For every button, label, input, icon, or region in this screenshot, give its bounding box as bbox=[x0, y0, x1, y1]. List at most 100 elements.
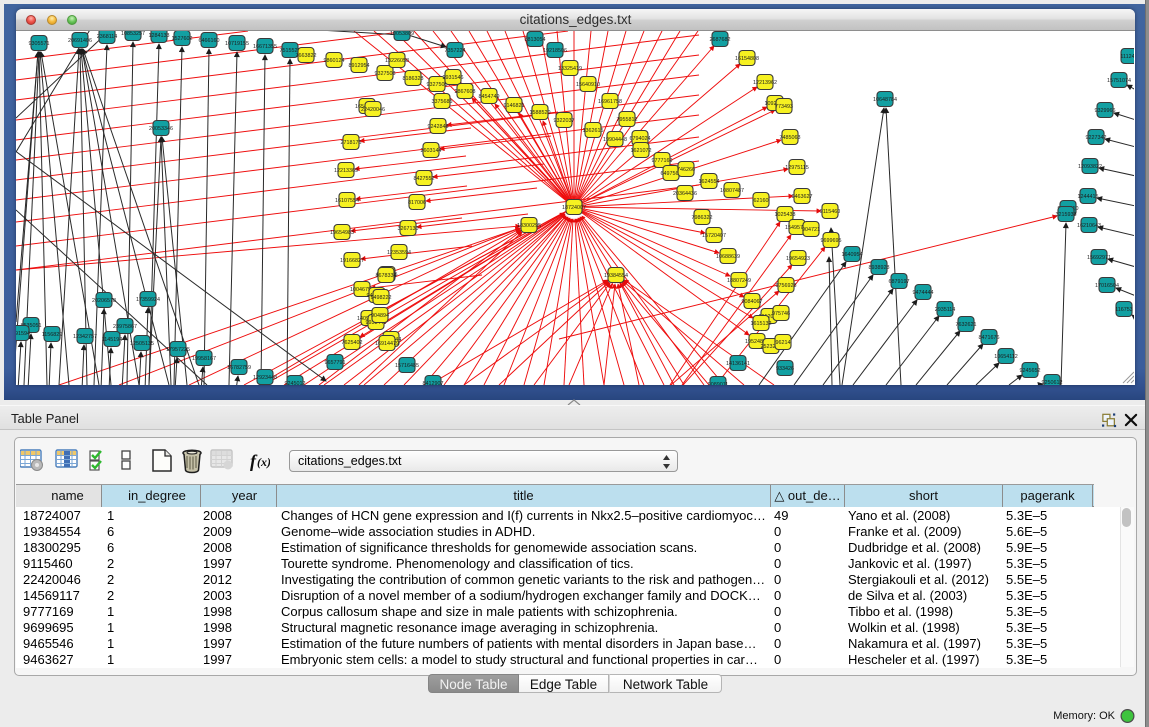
svg-text:(x): (x) bbox=[257, 455, 270, 469]
svg-text:9084067: 9084067 bbox=[742, 299, 763, 305]
svg-text:13226058: 13226058 bbox=[385, 58, 409, 64]
svg-text:10654112: 10654112 bbox=[994, 354, 1018, 360]
svg-text:12975115: 12975115 bbox=[785, 165, 809, 171]
svg-text:15716485: 15716485 bbox=[395, 363, 419, 369]
svg-text:9498222: 9498222 bbox=[371, 295, 392, 301]
svg-text:1145194: 1145194 bbox=[102, 337, 123, 343]
svg-text:9242848: 9242848 bbox=[428, 124, 449, 130]
svg-text:8938928: 8938928 bbox=[869, 265, 890, 271]
svg-text:8678334: 8678334 bbox=[376, 273, 397, 279]
svg-text:10807487: 10807487 bbox=[720, 188, 744, 194]
svg-text:1244415: 1244415 bbox=[1078, 194, 1099, 200]
svg-text:116753: 116753 bbox=[1115, 307, 1133, 313]
svg-text:10053809: 10053809 bbox=[390, 31, 414, 37]
svg-text:904894: 904894 bbox=[371, 313, 389, 319]
svg-text:8427552: 8427552 bbox=[414, 176, 435, 182]
svg-text:12353594: 12353594 bbox=[387, 250, 411, 256]
svg-text:9463627: 9463627 bbox=[792, 194, 813, 200]
svg-text:2935114: 2935114 bbox=[935, 307, 956, 313]
svg-text:7955812: 7955812 bbox=[617, 117, 638, 123]
svg-text:8454749: 8454749 bbox=[479, 94, 500, 100]
svg-text:19384554: 19384554 bbox=[604, 273, 628, 279]
svg-text:3375685: 3375685 bbox=[432, 99, 453, 105]
svg-text:19218506: 19218506 bbox=[543, 48, 567, 54]
svg-text:9657791: 9657791 bbox=[325, 360, 346, 366]
svg-text:12213369: 12213369 bbox=[334, 168, 358, 174]
svg-text:9089011: 9089011 bbox=[708, 382, 729, 385]
svg-text:20364436: 20364436 bbox=[673, 191, 697, 197]
svg-text:9327508: 9327508 bbox=[427, 82, 448, 88]
svg-text:1615132: 1615132 bbox=[751, 321, 772, 327]
svg-text:1527602: 1527602 bbox=[172, 36, 193, 42]
svg-text:20206578: 20206578 bbox=[92, 298, 116, 304]
svg-text:8912954: 8912954 bbox=[349, 63, 370, 69]
svg-text:9146821: 9146821 bbox=[504, 103, 525, 109]
svg-text:9474444: 9474444 bbox=[913, 290, 934, 296]
svg-text:1624554: 1624554 bbox=[699, 179, 720, 185]
svg-text:8186328: 8186328 bbox=[403, 76, 424, 82]
svg-text:9115460: 9115460 bbox=[820, 209, 841, 215]
svg-text:12923448: 12923448 bbox=[253, 375, 277, 381]
svg-text:10853257: 10853257 bbox=[121, 31, 145, 37]
svg-text:23975867: 23975867 bbox=[113, 324, 137, 330]
svg-text:16671355: 16671355 bbox=[253, 44, 277, 50]
svg-text:9860124: 9860124 bbox=[324, 58, 345, 64]
svg-text:7357224: 7357224 bbox=[445, 48, 466, 54]
svg-text:10719155: 10719155 bbox=[225, 41, 249, 47]
svg-text:817006: 817006 bbox=[408, 200, 426, 206]
svg-text:19654983: 19654983 bbox=[330, 230, 354, 236]
svg-text:2368114: 2368114 bbox=[97, 34, 118, 40]
svg-text:9777169: 9777169 bbox=[652, 158, 673, 164]
svg-text:7663822: 7663822 bbox=[296, 53, 317, 59]
svg-text:15692971: 15692971 bbox=[1087, 255, 1111, 261]
svg-text:16961758: 16961758 bbox=[598, 99, 622, 105]
svg-text:17957225: 17957225 bbox=[166, 347, 190, 353]
svg-text:12213962: 12213962 bbox=[753, 80, 777, 86]
svg-text:16154808: 16154808 bbox=[735, 56, 759, 62]
svg-text:22420046: 22420046 bbox=[361, 107, 385, 113]
svg-text:3215933: 3215933 bbox=[1056, 212, 1077, 218]
svg-text:17016504: 17016504 bbox=[1095, 283, 1119, 289]
svg-text:9756928: 9756928 bbox=[776, 283, 797, 289]
svg-text:7632621: 7632621 bbox=[956, 322, 977, 328]
svg-text:8471676: 8471676 bbox=[979, 335, 1000, 341]
svg-text:933426: 933426 bbox=[776, 366, 794, 372]
svg-text:13325419: 13325419 bbox=[558, 66, 582, 72]
svg-text:9305571: 9305571 bbox=[29, 41, 50, 47]
svg-text:9245652: 9245652 bbox=[1020, 368, 1041, 374]
svg-text:18300295: 18300295 bbox=[517, 223, 541, 229]
svg-text:15720407: 15720407 bbox=[702, 233, 726, 239]
svg-text:9245012: 9245012 bbox=[285, 381, 306, 385]
svg-text:2867608: 2867608 bbox=[455, 89, 476, 95]
svg-text:1284133: 1284133 bbox=[149, 33, 170, 39]
svg-text:17359924: 17359924 bbox=[136, 297, 160, 303]
svg-text:9322037: 9322037 bbox=[554, 118, 575, 124]
svg-text:1362615: 1362615 bbox=[583, 128, 604, 134]
svg-text:9250612: 9250612 bbox=[1042, 380, 1063, 385]
svg-text:773493: 773493 bbox=[775, 104, 793, 110]
svg-text:19958167: 19958167 bbox=[192, 356, 216, 362]
svg-text:19166827: 19166827 bbox=[340, 258, 364, 264]
svg-text:904721: 904721 bbox=[802, 227, 820, 233]
svg-text:12342757: 12342757 bbox=[73, 334, 97, 340]
svg-text:1156829: 1156829 bbox=[42, 332, 63, 338]
svg-text:10648784: 10648784 bbox=[873, 97, 897, 103]
svg-text:7986322: 7986322 bbox=[692, 215, 713, 221]
svg-text:16914479: 16914479 bbox=[375, 341, 399, 347]
svg-text:7485063: 7485063 bbox=[780, 135, 801, 141]
svg-text:975746: 975746 bbox=[772, 311, 790, 317]
svg-text:1621072: 1621072 bbox=[631, 148, 652, 154]
svg-text:9329966: 9329966 bbox=[1095, 108, 1116, 114]
svg-text:8412907: 8412907 bbox=[423, 381, 444, 385]
svg-text:16107554: 16107554 bbox=[335, 198, 359, 204]
svg-text:96214: 96214 bbox=[776, 340, 791, 346]
svg-text:2931546: 2931546 bbox=[443, 75, 464, 81]
svg-text:62160: 62160 bbox=[754, 198, 769, 204]
svg-text:15640910: 15640910 bbox=[576, 82, 600, 88]
svg-text:19654923: 19654923 bbox=[786, 256, 810, 262]
svg-text:10688639: 10688639 bbox=[716, 254, 740, 260]
svg-text:6466160: 6466160 bbox=[199, 38, 220, 44]
svg-text:9227342: 9227342 bbox=[1086, 135, 1107, 141]
svg-text:16782759: 16782759 bbox=[227, 365, 251, 371]
svg-text:2687682: 2687682 bbox=[710, 37, 731, 43]
